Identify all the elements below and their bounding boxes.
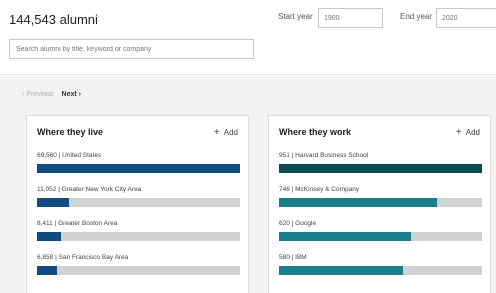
stat-bar-fill	[37, 198, 70, 207]
search-alumni-input[interactable]	[9, 39, 254, 59]
plus-icon: +	[213, 127, 220, 138]
end-year-label: End year	[400, 12, 433, 21]
stat-bar-fill	[37, 266, 58, 275]
stat-bar-track	[37, 266, 240, 275]
stat-label: 11,052 | Greater New York City Area	[37, 186, 142, 193]
stat-bar-fill	[279, 198, 438, 207]
stat-label: 69,560 | United States	[37, 152, 102, 159]
previous-button[interactable]: ‹ Previous	[22, 91, 54, 98]
stat-bar-track	[279, 266, 482, 275]
stat-bar-fill	[37, 164, 240, 173]
where-they-live-card: Where they live + Add 69,560 | United Sta…	[26, 115, 249, 293]
stat-row[interactable]: 580 | IBM	[279, 254, 482, 288]
stat-row[interactable]: 8,411 | Greater Boston Area	[37, 220, 240, 254]
stat-label: 951 | Harvard Business School	[279, 152, 369, 159]
stat-row[interactable]: 69,560 | United States	[37, 152, 240, 186]
stat-row[interactable]: 746 | McKinsey & Company	[279, 186, 482, 220]
card-title: Where they work	[279, 127, 352, 137]
add-button[interactable]: + Add	[214, 127, 238, 138]
stat-list: 69,560 | United States 11,052 | Greater N…	[37, 152, 240, 288]
stat-bar-track	[279, 164, 482, 173]
stat-bar-track	[37, 164, 240, 173]
stat-label: 580 | IBM	[279, 254, 307, 261]
stat-bar-fill	[37, 232, 62, 241]
stat-bar-fill	[279, 164, 482, 173]
alumni-count: 144,543 alumni	[9, 12, 98, 27]
top-bar: 144,543 alumni Start year End year	[0, 0, 496, 75]
stat-row[interactable]: 620 | Google	[279, 220, 482, 254]
where-they-work-card: Where they work + Add 951 | Harvard Busin…	[268, 115, 491, 293]
stat-bar-fill	[279, 232, 411, 241]
stat-bar-track	[37, 198, 240, 207]
stat-row[interactable]: 11,052 | Greater New York City Area	[37, 186, 240, 220]
next-button[interactable]: Next ›	[62, 91, 81, 98]
stat-bar-track	[37, 232, 240, 241]
plus-icon: +	[455, 127, 462, 138]
stat-bar-fill	[279, 266, 403, 275]
start-year-input[interactable]	[318, 8, 383, 28]
stat-bar-track	[279, 198, 482, 207]
stat-label: 620 | Google	[279, 220, 317, 227]
add-button[interactable]: + Add	[456, 127, 480, 138]
stat-label: 6,858 | San Francisco Bay Area	[37, 254, 129, 261]
stat-row[interactable]: 6,858 | San Francisco Bay Area	[37, 254, 240, 288]
end-year-input[interactable]	[436, 8, 496, 28]
card-title: Where they live	[37, 127, 104, 137]
chevron-left-icon: ‹	[22, 91, 25, 98]
chevron-right-icon: ›	[78, 91, 82, 98]
main-content: ‹ Previous Next › Where they live + Add 6…	[0, 76, 496, 293]
start-year-label: Start year	[278, 12, 313, 21]
stat-label: 8,411 | Greater Boston Area	[37, 220, 118, 227]
pagination: ‹ Previous Next ›	[22, 91, 81, 98]
stat-list: 951 | Harvard Business School 746 | McKin…	[279, 152, 482, 288]
stat-row[interactable]: 951 | Harvard Business School	[279, 152, 482, 186]
stat-label: 746 | McKinsey & Company	[279, 186, 360, 193]
stat-bar-track	[279, 232, 482, 241]
